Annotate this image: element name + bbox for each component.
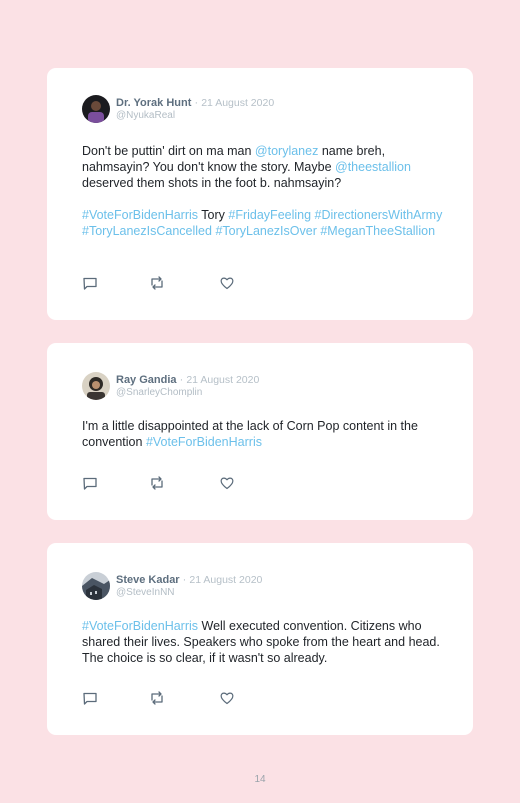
tweet-text: I'm a little disappointed at the lack of…	[82, 418, 447, 450]
tweet-text: Don't be puttin' dirt on ma man @torylan…	[82, 143, 447, 239]
page-number: 14	[254, 774, 266, 785]
tweet-paragraph: #VoteForBidenHarris Tory #FridayFeeling …	[82, 207, 447, 239]
hashtag-link[interactable]: #VoteForBidenHarris	[146, 435, 262, 449]
author-line: Ray Gandia · 21 August 2020	[116, 374, 259, 387]
avatar[interactable]	[82, 372, 110, 400]
author-name[interactable]: Ray Gandia	[116, 374, 177, 386]
like-icon[interactable]	[219, 475, 235, 491]
retweet-icon[interactable]	[149, 690, 165, 706]
tweet-actions	[82, 475, 242, 491]
separator: ·	[194, 97, 199, 109]
mention-link[interactable]: @torylanez	[255, 144, 318, 158]
author-handle[interactable]: @NyukaReal	[116, 110, 175, 122]
reply-icon[interactable]	[82, 690, 98, 706]
tweet-paragraph: I'm a little disappointed at the lack of…	[82, 418, 447, 450]
avatar[interactable]	[82, 572, 110, 600]
tweet-card: Dr. Yorak Hunt · 21 August 2020 @NyukaRe…	[47, 68, 473, 320]
tweet-actions	[82, 275, 242, 291]
author-handle[interactable]: @SnarleyChomplin	[116, 387, 202, 399]
reply-icon[interactable]	[82, 275, 98, 291]
hashtag-link[interactable]: #MeganTheeStallion	[320, 224, 435, 238]
retweet-icon[interactable]	[149, 275, 165, 291]
author-name[interactable]: Dr. Yorak Hunt	[116, 97, 191, 109]
tweet-actions	[82, 690, 242, 706]
separator: ·	[182, 574, 187, 586]
author-line: Dr. Yorak Hunt · 21 August 2020	[116, 97, 274, 110]
text-segment: Don't be puttin' dirt on ma man	[82, 144, 255, 158]
tweet-paragraph: #VoteForBidenHarris Well executed conven…	[82, 618, 447, 666]
tweet-date[interactable]: 21 August 2020	[201, 97, 274, 109]
tweet-text: #VoteForBidenHarris Well executed conven…	[82, 618, 447, 666]
text-segment: deserved them shots in the foot b. nahms…	[82, 176, 342, 190]
hashtag-link[interactable]: #VoteForBidenHarris	[82, 208, 198, 222]
retweet-icon[interactable]	[149, 475, 165, 491]
hashtag-link[interactable]: #FridayFeeling	[228, 208, 311, 222]
tweet-date[interactable]: 21 August 2020	[186, 374, 259, 386]
author-name[interactable]: Steve Kadar	[116, 574, 180, 586]
like-icon[interactable]	[219, 275, 235, 291]
tweet-card: Steve Kadar · 21 August 2020 @SteveInNN …	[47, 543, 473, 735]
reply-icon[interactable]	[82, 475, 98, 491]
separator: ·	[179, 374, 184, 386]
hashtag-link[interactable]: #ToryLanezIsOver	[215, 224, 316, 238]
hashtag-link[interactable]: #VoteForBidenHarris	[82, 619, 198, 633]
tweet-date[interactable]: 21 August 2020	[189, 574, 262, 586]
avatar[interactable]	[82, 95, 110, 123]
mention-link[interactable]: @theestallion	[335, 160, 411, 174]
tweet-paragraph: Don't be puttin' dirt on ma man @torylan…	[82, 143, 447, 191]
tweet-card: Ray Gandia · 21 August 2020 @SnarleyChom…	[47, 343, 473, 520]
like-icon[interactable]	[219, 690, 235, 706]
author-line: Steve Kadar · 21 August 2020	[116, 574, 262, 587]
hashtag-link[interactable]: #DirectionersWithArmy	[315, 208, 443, 222]
author-handle[interactable]: @SteveInNN	[116, 587, 175, 599]
text-segment: Tory	[198, 208, 229, 222]
hashtag-link[interactable]: #ToryLanezIsCancelled	[82, 224, 212, 238]
